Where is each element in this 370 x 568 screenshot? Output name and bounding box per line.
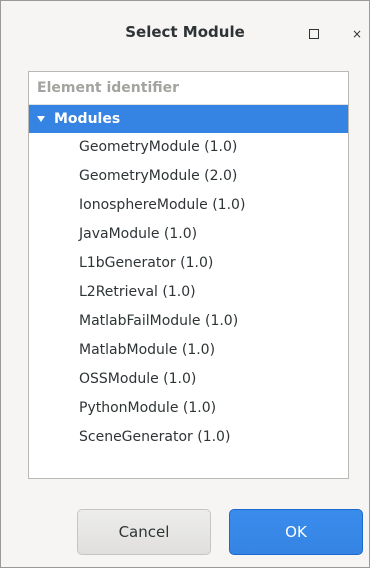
tree-row-module[interactable]: JavaModule (1.0) xyxy=(29,220,348,249)
module-tree[interactable]: Element identifier Modules GeometryModul… xyxy=(28,71,349,479)
tree-row-module[interactable]: L1bGenerator (1.0) xyxy=(29,249,348,278)
close-icon: × xyxy=(351,27,363,41)
title-bar[interactable]: Select Module × xyxy=(1,1,369,55)
maximize-icon xyxy=(309,29,319,39)
close-button[interactable]: × xyxy=(344,21,370,47)
column-header-element-identifier[interactable]: Element identifier xyxy=(29,72,348,105)
maximize-button[interactable] xyxy=(301,21,327,47)
ok-button[interactable]: OK xyxy=(229,509,363,555)
module-list: GeometryModule (1.0) GeometryModule (2.0)… xyxy=(29,133,348,452)
expander-arrow-icon[interactable] xyxy=(37,116,45,122)
tree-row-module[interactable]: MatlabModule (1.0) xyxy=(29,336,348,365)
tree-row-label: Modules xyxy=(54,111,121,127)
tree-row-module[interactable]: OSSModule (1.0) xyxy=(29,365,348,394)
tree-row-module[interactable]: PythonModule (1.0) xyxy=(29,394,348,423)
tree-row-modules[interactable]: Modules xyxy=(29,105,348,133)
tree-row-module[interactable]: GeometryModule (2.0) xyxy=(29,162,348,191)
tree-row-module[interactable]: IonosphereModule (1.0) xyxy=(29,191,348,220)
tree-row-module[interactable]: MatlabFailModule (1.0) xyxy=(29,307,348,336)
tree-row-module[interactable]: GeometryModule (1.0) xyxy=(29,133,348,162)
select-module-dialog: Select Module × Element identifier Modul… xyxy=(0,0,370,568)
tree-row-module[interactable]: SceneGenerator (1.0) xyxy=(29,423,348,452)
cancel-button[interactable]: Cancel xyxy=(77,509,211,555)
tree-row-module[interactable]: L2Retrieval (1.0) xyxy=(29,278,348,307)
